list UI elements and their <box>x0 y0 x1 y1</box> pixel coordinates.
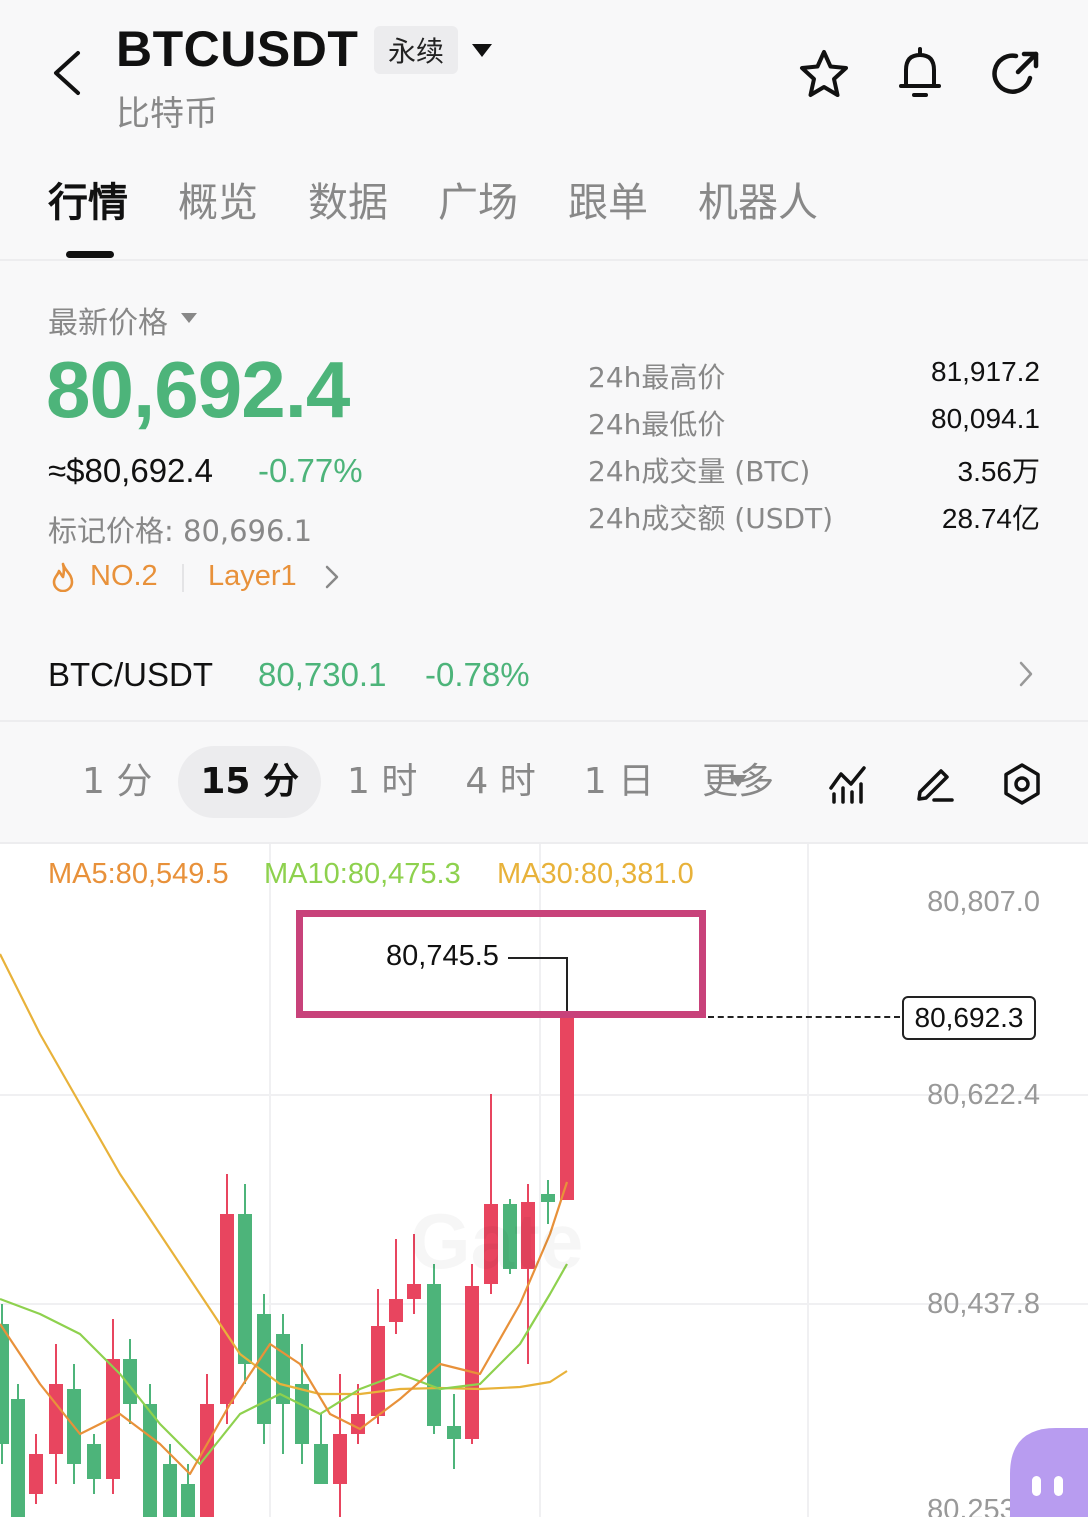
back-arrow-icon[interactable] <box>50 50 84 96</box>
candle-body <box>314 1444 328 1484</box>
candle-body <box>465 1286 479 1439</box>
tab-square[interactable]: 广场 <box>438 170 518 228</box>
candle-body <box>276 1334 290 1404</box>
spot-pair: BTC/USDT <box>48 656 213 693</box>
candle-body <box>447 1426 461 1439</box>
usd-price: ≈$80,692.4 <box>48 452 213 489</box>
assistant-bubble-icon[interactable] <box>1010 1428 1088 1517</box>
share-icon[interactable] <box>990 48 1042 100</box>
active-tab-indicator <box>66 251 114 258</box>
ma10-label: MA10:80,475.3 <box>264 858 461 890</box>
tab-data[interactable]: 数据 <box>308 170 388 228</box>
tab-bot[interactable]: 机器人 <box>698 170 818 228</box>
watermark-logo: Gate <box>410 1196 583 1287</box>
latest-price-label[interactable]: 最新价格 <box>48 298 168 342</box>
stat-label: 24h最高价 <box>588 361 726 394</box>
stat-value: 81,917.2 <box>931 356 1040 387</box>
candle-body <box>238 1214 252 1364</box>
stat-value: 3.56万 <box>957 456 1041 487</box>
settings-icon[interactable] <box>1000 762 1044 806</box>
stat-label: 24h最低价 <box>588 408 726 441</box>
interval-4h[interactable]: 4 时 <box>443 746 557 818</box>
chevron-right-icon <box>1019 661 1033 687</box>
current-price-tag: 80,692.3 <box>902 996 1036 1040</box>
draw-pencil-icon[interactable] <box>914 762 956 804</box>
y-axis-tick: 80,622.4 <box>927 1079 1040 1111</box>
stat-label: 24h成交量 (BTC) <box>588 455 811 488</box>
interval-15m[interactable]: 15 分 <box>178 746 321 818</box>
interval-1m[interactable]: 1 分 <box>60 746 174 818</box>
last-price: 80,692.4 <box>46 345 350 434</box>
high-price-pointer <box>508 957 568 959</box>
stat-value: 28.74亿 <box>941 503 1040 534</box>
stat-24h-low: 24h最低价 80,094.1 <box>588 403 1040 443</box>
ma30-label: MA30:80,381.0 <box>497 858 694 890</box>
stat-24h-volume: 24h成交量 (BTC) 3.56万 <box>588 450 1040 490</box>
interval-selector: 1 分 15 分 1 时 4 时 1 日 更多 <box>60 746 800 818</box>
interval-1h[interactable]: 1 时 <box>325 746 439 818</box>
rank-badge[interactable]: NO.2 <box>90 560 158 593</box>
candle-body <box>163 1464 177 1517</box>
y-axis-tick: 80,807.0 <box>927 886 1040 918</box>
tab-market[interactable]: 行情 <box>48 170 128 228</box>
tab-copy-trade[interactable]: 跟单 <box>568 170 648 228</box>
divider <box>0 259 1088 261</box>
indicator-icon[interactable] <box>828 764 868 804</box>
candle-body <box>389 1299 403 1322</box>
candle-body <box>295 1384 309 1444</box>
bell-icon[interactable] <box>896 46 944 100</box>
divider <box>182 564 184 592</box>
coin-name: 比特币 <box>116 94 218 134</box>
divider <box>0 720 1088 722</box>
chevron-right-icon[interactable] <box>324 564 340 590</box>
candle-body <box>11 1399 25 1517</box>
candle-body <box>49 1384 63 1454</box>
current-price-line <box>708 1016 900 1018</box>
star-icon[interactable] <box>798 48 850 100</box>
contract-type-badge[interactable]: 永续 <box>374 26 458 74</box>
high-price-label: 80,745.5 <box>386 940 499 972</box>
candle-body <box>351 1414 365 1434</box>
stat-24h-high: 24h最高价 81,917.2 <box>588 356 1040 396</box>
candle-body <box>371 1326 385 1416</box>
candle-body <box>0 1324 9 1444</box>
candle-body <box>87 1444 101 1479</box>
caret-down-icon[interactable] <box>470 42 494 60</box>
candle-body <box>333 1434 347 1484</box>
spot-change: -0.78% <box>425 656 530 693</box>
highlight-box <box>296 910 706 1018</box>
candle-body <box>29 1454 43 1494</box>
ma5-label: MA5:80,549.5 <box>48 858 229 890</box>
tab-overview[interactable]: 概览 <box>178 170 258 228</box>
spot-price: 80,730.1 <box>258 656 387 693</box>
symbol-title[interactable]: BTCUSDT <box>116 20 358 78</box>
mark-price: 标记价格: 80,696.1 <box>48 514 313 548</box>
candle-body <box>181 1484 195 1517</box>
candle-body <box>560 1016 574 1200</box>
stat-24h-turnover: 24h成交额 (USDT) 28.74亿 <box>588 497 1040 537</box>
price-change: -0.77% <box>258 452 363 489</box>
candle-body <box>143 1404 157 1517</box>
candle-body <box>220 1214 234 1404</box>
caret-down-icon[interactable] <box>180 312 198 324</box>
y-axis-tick: 80,437.8 <box>927 1288 1040 1320</box>
caret-down-icon[interactable] <box>728 774 748 788</box>
candle-body <box>427 1284 441 1426</box>
sector-tag[interactable]: Layer1 <box>208 560 297 593</box>
stat-value: 80,094.1 <box>931 403 1040 434</box>
spot-pair-row[interactable]: BTC/USDT 80,730.1 -0.78% <box>0 630 1088 720</box>
interval-1d[interactable]: 1 日 <box>562 746 676 818</box>
stat-label: 24h成交额 (USDT) <box>588 502 834 535</box>
main-tabs: 行情 概览 数据 广场 跟单 机器人 <box>48 170 818 228</box>
fire-icon <box>52 562 74 592</box>
